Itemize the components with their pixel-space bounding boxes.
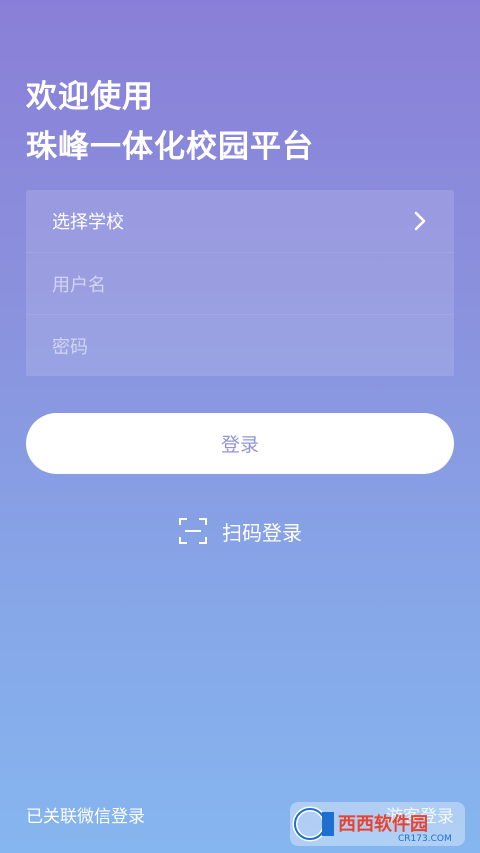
password-placeholder: 密码 [52,336,88,358]
login-button[interactable]: 登录 [26,413,454,474]
welcome-line-2: 珠峰一体化校园平台 [26,129,314,165]
welcome-heading: 欢迎使用 珠峰一体化校园平台 [26,72,314,172]
scan-login-label: 扫码登录 [222,520,302,545]
wechat-login-link[interactable]: 已关联微信登录 [26,802,145,827]
username-placeholder: 用户名 [52,274,106,296]
scan-frame-icon [178,516,208,546]
username-field[interactable]: 用户名 [26,252,454,314]
watermark-logo: 西西软件园 CR173.COM [290,800,465,848]
watermark-brand: 西西软件园 [338,813,428,835]
welcome-line-1: 欢迎使用 [26,79,154,115]
chevron-right-icon [412,210,428,232]
watermark-site: CR173.COM [398,834,452,844]
select-school-row[interactable]: 选择学校 [26,190,454,252]
login-form: 选择学校 用户名 密码 [26,190,454,377]
select-school-label: 选择学校 [52,212,124,233]
password-field[interactable]: 密码 [26,314,454,376]
scan-login-button[interactable]: 扫码登录 [0,514,480,548]
